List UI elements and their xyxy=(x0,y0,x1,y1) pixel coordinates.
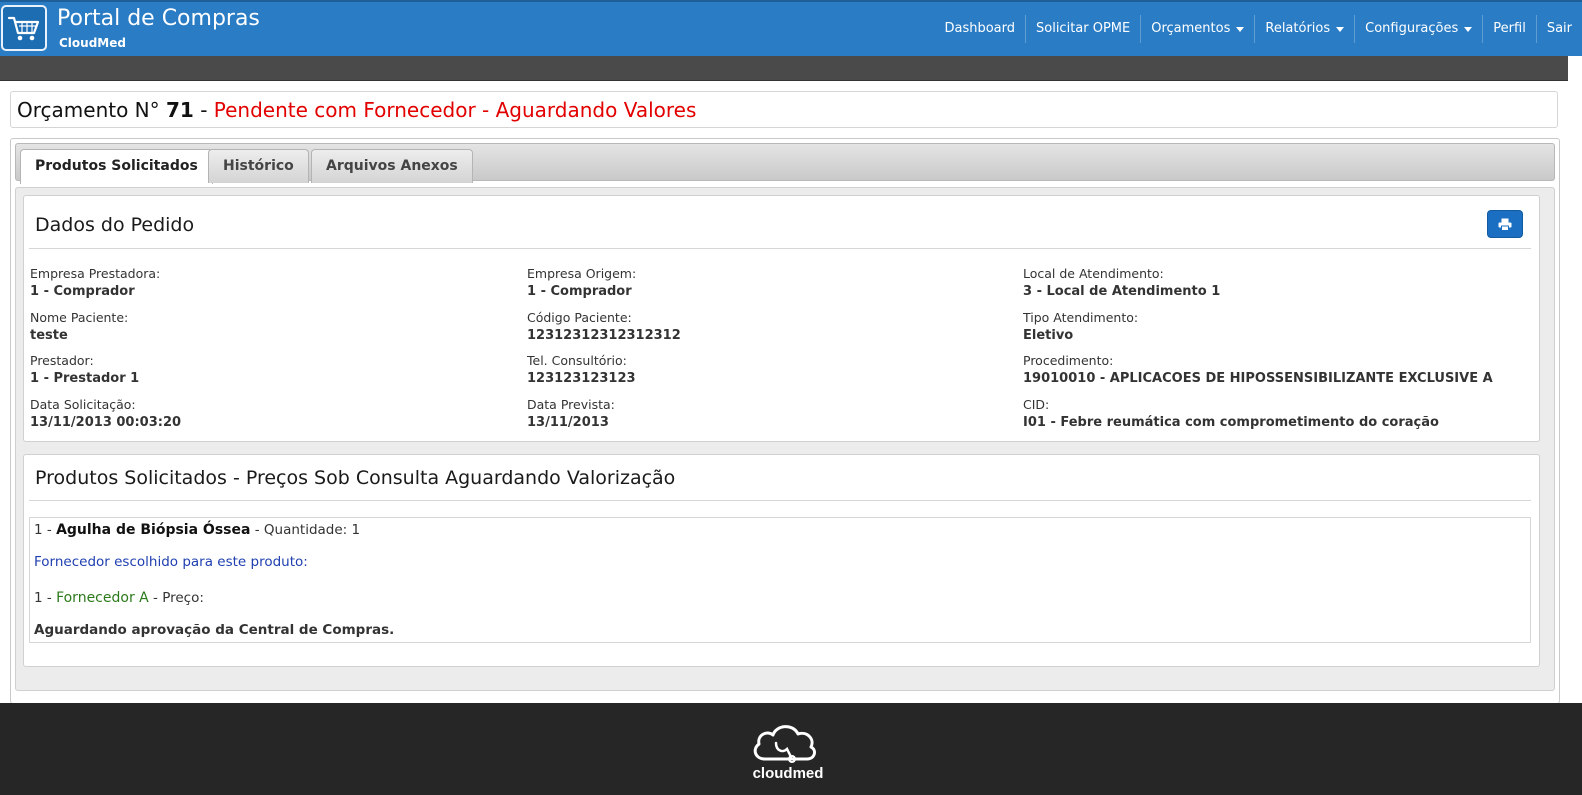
order-number: 71 xyxy=(166,98,194,122)
tab-historico[interactable]: Histórico xyxy=(208,149,309,183)
order-details-panel: Dados do Pedido Empresa Prestadora: 1 - … xyxy=(23,195,1540,442)
approval-status: Aguardando aprovação da Central de Compr… xyxy=(34,622,395,638)
nav-label: Solicitar OPME xyxy=(1036,21,1131,36)
field-value: 13/11/2013 xyxy=(527,415,609,430)
supplier-index: 1 - xyxy=(34,590,52,606)
tab-content: Dados do Pedido Empresa Prestadora: 1 - … xyxy=(15,187,1555,691)
nav-label: Orçamentos xyxy=(1151,21,1231,36)
field-label: Tipo Atendimento: xyxy=(1023,310,1139,325)
panel-divider xyxy=(29,248,1531,249)
nav-label: Relatórios xyxy=(1265,21,1331,36)
caret-down-icon xyxy=(1464,26,1473,32)
top-navbar: Portal de Compras CloudMed Dashboard Sol… xyxy=(0,0,1582,56)
field-label: Prestador: xyxy=(30,353,94,368)
nav-perfil[interactable]: Perfil xyxy=(1482,15,1536,43)
caret-down-icon xyxy=(1236,26,1245,32)
field-value: Eletivo xyxy=(1023,328,1074,343)
product-line: 1 - Agulha de Biópsia Óssea - Quantidade… xyxy=(34,522,360,538)
field-value: 12312312312312312 xyxy=(527,328,681,343)
tabs-container: Produtos Solicitados Histórico Arquivos … xyxy=(10,138,1560,704)
field-value: 3 - Local de Atendimento 1 xyxy=(1023,284,1221,299)
field-label: CID: xyxy=(1023,397,1050,412)
field-label: Data Prevista: xyxy=(527,397,615,412)
nav-label: Perfil xyxy=(1493,21,1526,36)
logo-cart-icon[interactable] xyxy=(1,5,47,51)
field-label: Empresa Prestadora: xyxy=(30,266,161,281)
order-details-title: Dados do Pedido xyxy=(35,214,195,236)
title-prefix: Orçamento N° xyxy=(17,98,160,122)
field-value: 1 - Comprador xyxy=(30,284,135,299)
nav-relatorios-dropdown[interactable]: Relatórios xyxy=(1254,15,1354,43)
panel-divider xyxy=(29,500,1531,501)
price-label: - Preço: xyxy=(153,590,204,606)
cloud-stethoscope-icon xyxy=(753,725,816,763)
nav-label: Sair xyxy=(1546,21,1572,36)
field-label: Local de Atendimento: xyxy=(1023,266,1164,281)
page-title: Orçamento N° 71 - Pendente com Fornecedo… xyxy=(17,98,696,122)
nav-label: Configurações xyxy=(1365,21,1459,36)
nav-orcamentos-dropdown[interactable]: Orçamentos xyxy=(1140,15,1254,43)
page-edge xyxy=(1568,56,1582,703)
product-item: 1 - Agulha de Biópsia Óssea - Quantidade… xyxy=(29,517,1531,643)
nav-solicitar-opme[interactable]: Solicitar OPME xyxy=(1025,15,1140,43)
print-icon xyxy=(1498,218,1512,231)
brand-title[interactable]: Portal de Compras xyxy=(57,6,260,31)
field-value: 123123123123 xyxy=(527,371,636,386)
nav-sair[interactable]: Sair xyxy=(1535,15,1582,43)
field-value: 1 - Prestador 1 xyxy=(30,371,140,386)
main-nav: Dashboard Solicitar OPME Orçamentos Rela… xyxy=(934,2,1582,56)
product-index: 1 - xyxy=(34,522,52,538)
field-value: 1 - Comprador xyxy=(527,284,632,299)
supplier-heading: Fornecedor escolhido para este produto: xyxy=(34,554,308,570)
supplier-name: Fornecedor A xyxy=(56,590,149,606)
footer-logo-text: cloudmed xyxy=(752,765,824,782)
order-status: Pendente com Fornecedor - Aguardando Val… xyxy=(213,98,697,122)
product-quantity: - Quantidade: 1 xyxy=(254,522,361,538)
caret-down-icon xyxy=(1336,26,1345,32)
print-button[interactable] xyxy=(1487,210,1523,238)
tab-arquivos-anexos[interactable]: Arquivos Anexos xyxy=(311,149,473,183)
tab-produtos-solicitados[interactable]: Produtos Solicitados xyxy=(20,149,213,184)
field-value: teste xyxy=(30,328,68,343)
footer: cloudmed xyxy=(0,703,1582,795)
supplier-line: 1 - Fornecedor A - Preço: xyxy=(34,590,204,606)
footer-logo: cloudmed xyxy=(743,719,833,789)
nav-configuracoes-dropdown[interactable]: Configurações xyxy=(1354,15,1482,43)
products-title: Produtos Solicitados - Preços Sob Consul… xyxy=(35,467,676,489)
field-value: I01 - Febre reumática com comprometiment… xyxy=(1023,415,1439,430)
field-value: 13/11/2013 00:03:20 xyxy=(30,415,182,430)
nav-dashboard[interactable]: Dashboard xyxy=(934,15,1025,43)
sub-navbar xyxy=(0,56,1582,81)
nav-label: Dashboard xyxy=(944,21,1015,36)
products-panel: Produtos Solicitados - Preços Sob Consul… xyxy=(23,454,1540,667)
field-label: Nome Paciente: xyxy=(30,310,129,325)
field-label: Empresa Origem: xyxy=(527,266,637,281)
field-value: 19010010 - APLICACOES DE HIPOSSENSIBILIZ… xyxy=(1023,371,1493,386)
product-name: Agulha de Biópsia Óssea xyxy=(56,522,251,538)
field-label: Data Solicitação: xyxy=(30,397,136,412)
tab-bar: Produtos Solicitados Histórico Arquivos … xyxy=(15,143,1555,184)
title-separator: - xyxy=(200,98,208,122)
field-label: Procedimento: xyxy=(1023,353,1114,368)
field-label: Código Paciente: xyxy=(527,310,632,325)
page-title-panel: Orçamento N° 71 - Pendente com Fornecedo… xyxy=(10,91,1558,128)
brand-subtitle: CloudMed xyxy=(59,36,126,50)
field-label: Tel. Consultório: xyxy=(527,353,627,368)
